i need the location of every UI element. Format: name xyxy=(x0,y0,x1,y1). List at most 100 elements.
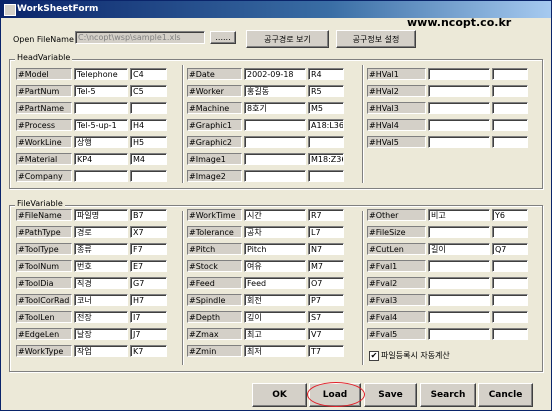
var-cell-machine[interactable]: M5 xyxy=(308,102,344,114)
save-button[interactable]: Save xyxy=(364,383,417,407)
var-cell-fval4[interactable] xyxy=(492,311,528,323)
var-cell-fval2[interactable] xyxy=(492,277,528,289)
var-value-filename[interactable]: 파일명 xyxy=(74,209,128,221)
var-cell-filesize[interactable] xyxy=(492,226,528,238)
var-value-cutlen[interactable]: 길이 xyxy=(428,243,490,255)
var-value-workline[interactable]: 상행 xyxy=(74,136,128,148)
var-cell-graphic1[interactable]: A18:L36 xyxy=(308,119,344,131)
var-value-depth[interactable]: 깊이 xyxy=(244,311,306,323)
var-value-machine[interactable]: 8호기 xyxy=(244,102,306,114)
var-value-hval5[interactable] xyxy=(428,136,490,148)
var-value-hval4[interactable] xyxy=(428,119,490,131)
var-cell-pitch[interactable]: N7 xyxy=(308,243,344,255)
var-cell-toolnum[interactable]: E7 xyxy=(130,260,167,272)
var-value-partnum[interactable]: Tel-5 xyxy=(74,85,128,97)
var-value-stock[interactable]: 여유 xyxy=(244,260,306,272)
load-button[interactable]: Load xyxy=(309,383,361,407)
var-cell-pathtype[interactable]: X7 xyxy=(130,226,167,238)
var-cell-date[interactable]: R4 xyxy=(308,68,344,80)
var-cell-stock[interactable]: M7 xyxy=(308,260,344,272)
var-cell-partnum[interactable]: C5 xyxy=(130,85,167,97)
auto-calc-checkbox[interactable]: ✔ xyxy=(369,351,379,361)
var-value-zmin[interactable]: 최저 xyxy=(244,345,306,357)
var-value-image2[interactable] xyxy=(244,170,306,182)
var-value-model[interactable]: Telephone xyxy=(74,68,128,80)
var-value-graphic2[interactable] xyxy=(244,136,306,148)
var-value-company[interactable] xyxy=(74,170,128,182)
browse-button[interactable]: ...... xyxy=(210,31,236,44)
var-cell-hval5[interactable] xyxy=(492,136,528,148)
var-cell-partname[interactable] xyxy=(130,102,167,114)
ok-button[interactable]: OK xyxy=(252,383,307,407)
var-cell-worker[interactable]: R5 xyxy=(308,85,344,97)
var-cell-toollen[interactable]: I7 xyxy=(130,311,167,323)
var-value-tooltype[interactable]: 종류 xyxy=(74,243,128,255)
var-value-fval5[interactable] xyxy=(428,328,490,340)
var-cell-other[interactable]: Y6 xyxy=(492,209,528,221)
var-value-fval1[interactable] xyxy=(428,260,490,272)
var-value-filesize[interactable] xyxy=(428,226,490,238)
var-value-worktype[interactable]: 작업 xyxy=(74,345,128,357)
var-cell-spindle[interactable]: P7 xyxy=(308,294,344,306)
var-cell-image2[interactable] xyxy=(308,170,344,182)
var-cell-fval3[interactable] xyxy=(492,294,528,306)
var-value-feed[interactable]: Feed xyxy=(244,277,306,289)
var-value-worker[interactable]: 홍길동 xyxy=(244,85,306,97)
var-cell-tolerance[interactable]: L7 xyxy=(308,226,344,238)
var-value-date[interactable]: 2002-09-18 xyxy=(244,68,306,80)
var-value-image1[interactable] xyxy=(244,153,306,165)
file-path-field[interactable]: C:\ncopt\wsp\sample1.xls xyxy=(75,31,205,44)
var-cell-zmin[interactable]: T7 xyxy=(308,345,344,357)
var-value-zmax[interactable]: 최고 xyxy=(244,328,306,340)
var-cell-toolcorrad[interactable]: H7 xyxy=(130,294,167,306)
var-value-other[interactable]: 비고 xyxy=(428,209,490,221)
var-cell-model[interactable]: C4 xyxy=(130,68,167,80)
var-cell-worktime[interactable]: R7 xyxy=(308,209,344,221)
var-value-edgelen[interactable]: 날장 xyxy=(74,328,128,340)
var-cell-workline[interactable]: H5 xyxy=(130,136,167,148)
var-value-fval2[interactable] xyxy=(428,277,490,289)
var-value-pitch[interactable]: Pitch xyxy=(244,243,306,255)
var-value-pathtype[interactable]: 경로 xyxy=(74,226,128,238)
var-value-fval4[interactable] xyxy=(428,311,490,323)
var-value-tolerance[interactable]: 공차 xyxy=(244,226,306,238)
var-cell-worktype[interactable]: K7 xyxy=(130,345,167,357)
var-cell-edgelen[interactable]: J7 xyxy=(130,328,167,340)
var-cell-depth[interactable]: S7 xyxy=(308,311,344,323)
var-cell-fval5[interactable] xyxy=(492,328,528,340)
var-cell-zmax[interactable]: V7 xyxy=(308,328,344,340)
path-view-button[interactable]: 공구경로 보기 xyxy=(246,30,329,48)
var-cell-image1[interactable]: M18:Z36 xyxy=(308,153,344,165)
var-value-hval3[interactable] xyxy=(428,102,490,114)
var-cell-fval1[interactable] xyxy=(492,260,528,272)
var-value-fval3[interactable] xyxy=(428,294,490,306)
var-value-hval1[interactable] xyxy=(428,68,490,80)
var-cell-tooldia[interactable]: G7 xyxy=(130,277,167,289)
var-value-worktime[interactable]: 시간 xyxy=(244,209,306,221)
var-value-hval2[interactable] xyxy=(428,85,490,97)
var-cell-tooltype[interactable]: F7 xyxy=(130,243,167,255)
cancel-button[interactable]: Cancle xyxy=(478,383,533,407)
var-cell-hval2[interactable] xyxy=(492,85,528,97)
var-cell-hval4[interactable] xyxy=(492,119,528,131)
tool-info-setup-button[interactable]: 공구정보 설정 xyxy=(336,30,416,48)
var-value-tooldia[interactable]: 직경 xyxy=(74,277,128,289)
search-button[interactable]: Search xyxy=(420,383,476,407)
var-cell-graphic2[interactable] xyxy=(308,136,344,148)
var-cell-company[interactable] xyxy=(130,170,167,182)
var-cell-filename[interactable]: B7 xyxy=(130,209,167,221)
var-cell-hval3[interactable] xyxy=(492,102,528,114)
var-value-toolcorrad[interactable]: 코너 xyxy=(74,294,128,306)
var-value-toolnum[interactable]: 번호 xyxy=(74,260,128,272)
var-cell-material[interactable]: M4 xyxy=(130,153,167,165)
var-cell-process[interactable]: H4 xyxy=(130,119,167,131)
var-value-material[interactable]: KP4 xyxy=(74,153,128,165)
var-cell-hval1[interactable] xyxy=(492,68,528,80)
var-value-partname[interactable] xyxy=(74,102,128,114)
var-value-spindle[interactable]: 회전 xyxy=(244,294,306,306)
var-value-toollen[interactable]: 전장 xyxy=(74,311,128,323)
var-value-graphic1[interactable] xyxy=(244,119,306,131)
var-cell-feed[interactable]: O7 xyxy=(308,277,344,289)
var-cell-cutlen[interactable]: Q7 xyxy=(492,243,528,255)
var-value-process[interactable]: Tel-5-up-1 xyxy=(74,119,128,131)
